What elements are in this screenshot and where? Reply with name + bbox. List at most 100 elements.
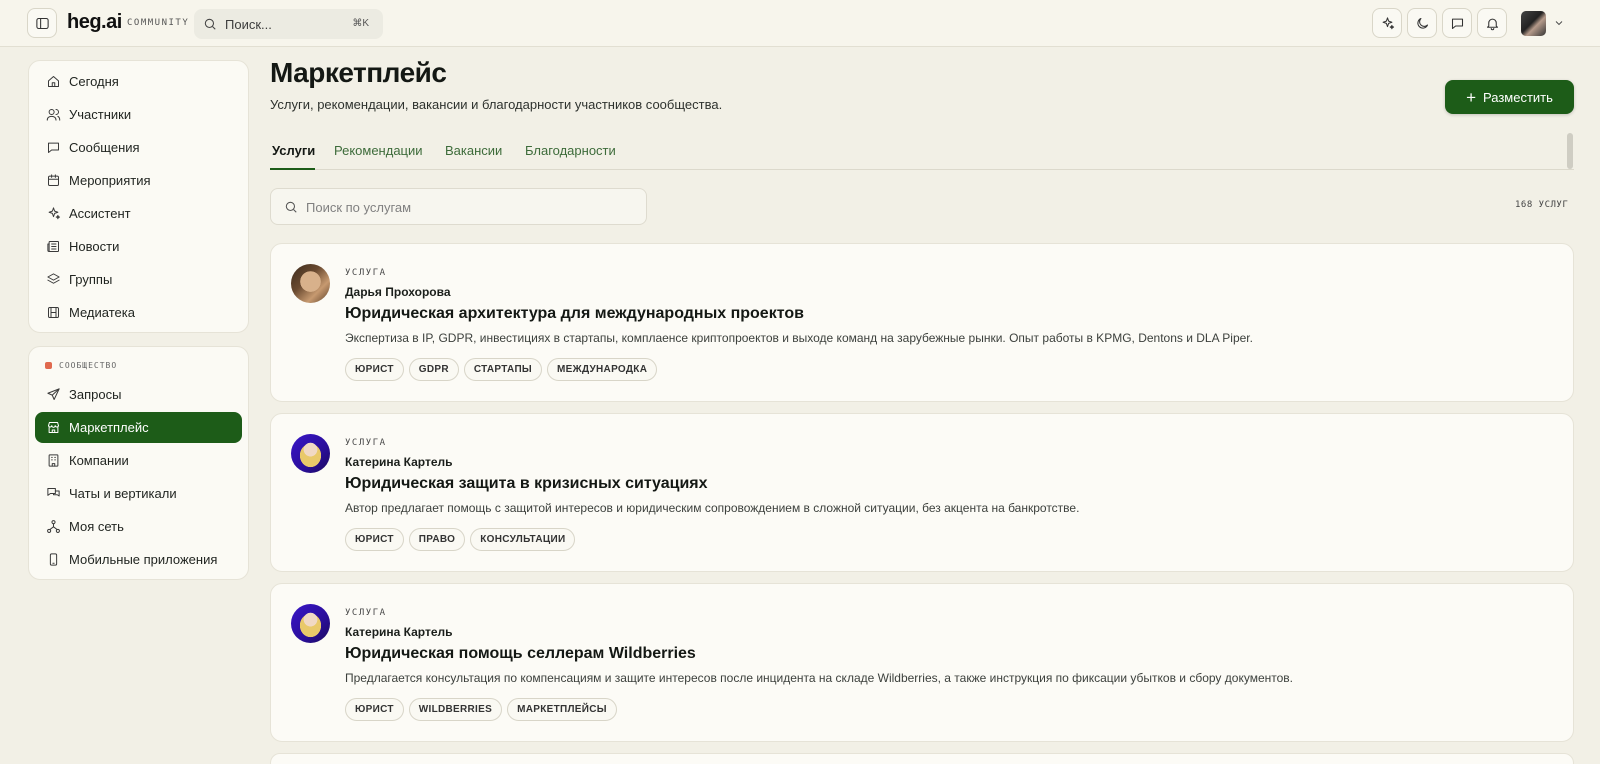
sidebar-item-messages[interactable]: Сообщения: [35, 132, 242, 163]
sidebar-community-nav: СООБЩЕСТВО Запросы Маркетплейс Компании …: [28, 346, 249, 580]
search-placeholder: Поиск по услугам: [306, 200, 412, 215]
sidebar-item-events[interactable]: Мероприятия: [35, 165, 242, 196]
card-title[interactable]: Юридическая защита в кризисных ситуациях: [345, 475, 708, 493]
page-title: Маркетплейс: [270, 57, 447, 88]
top-bar: heg.ai COMMUNITY Поиск... ⌘K: [0, 0, 1600, 47]
tag[interactable]: СТАРТАПЫ: [463, 358, 543, 381]
sidebar-item-requests[interactable]: Запросы: [35, 379, 242, 410]
calendar-icon: [48, 174, 59, 186]
card-title[interactable]: Юридическая помощь селлерам Wildberries: [345, 645, 696, 663]
author-avatar[interactable]: [291, 604, 330, 643]
tag[interactable]: ЮРИСТ: [345, 528, 404, 551]
tag[interactable]: ПРАВО: [408, 528, 466, 551]
tag[interactable]: ЮРИСТ: [345, 698, 404, 721]
global-search-input[interactable]: Поиск... ⌘K: [194, 9, 383, 39]
sidebar-item-label: Медиатека: [69, 305, 135, 320]
post-listing-button[interactable]: + Разместить: [1445, 80, 1574, 114]
chevron-down-icon[interactable]: [1553, 17, 1565, 29]
logo-subtitle: COMMUNITY: [127, 18, 190, 28]
sidebar-item-label: Мероприятия: [69, 173, 151, 188]
plus-icon: +: [1466, 87, 1477, 107]
card-author[interactable]: Катерина Картель: [345, 455, 453, 469]
sparkles-icon: [1382, 16, 1394, 29]
sidebar-item-label: Запросы: [69, 387, 122, 402]
service-card[interactable]: [270, 753, 1574, 764]
tag[interactable]: GDPR: [408, 358, 459, 381]
tag[interactable]: МАРКЕТПЛЕЙСЫ: [507, 698, 617, 721]
community-section-title: СООБЩЕСТВО: [45, 361, 117, 370]
bell-icon: [1486, 18, 1498, 30]
sidebar-item-chats[interactable]: Чаты и вертикали: [35, 478, 242, 509]
sidebar-panel-icon: [35, 17, 49, 29]
message-square-icon: [1451, 18, 1463, 29]
sidebar-item-today[interactable]: Сегодня: [35, 66, 242, 97]
author-avatar[interactable]: [291, 434, 330, 473]
sidebar-item-label: Новости: [69, 239, 120, 254]
send-icon: [47, 388, 60, 400]
sidebar-item-mobile-apps[interactable]: Мобильные приложения: [35, 544, 242, 575]
search-shortcut: ⌘K: [352, 18, 369, 29]
sidebar-item-my-network[interactable]: Моя сеть: [35, 511, 242, 542]
card-kind: УСЛУГА: [345, 438, 387, 448]
services-search-input[interactable]: Поиск по услугам: [270, 188, 647, 225]
messages-button[interactable]: [1442, 8, 1472, 38]
sidebar-item-label: Чаты и вертикали: [69, 486, 177, 501]
sidebar-item-members[interactable]: Участники: [35, 99, 242, 130]
sidebar-item-label: Компании: [69, 453, 129, 468]
sidebar-item-label: Маркетплейс: [69, 420, 149, 435]
sidebar-item-marketplace[interactable]: Маркетплейс: [35, 412, 242, 443]
tab-vacancies[interactable]: Вакансии: [445, 143, 502, 158]
sidebar-item-label: Ассистент: [69, 206, 131, 221]
tab-thanks[interactable]: Благодарности: [525, 143, 616, 158]
sidebar-item-companies[interactable]: Компании: [35, 445, 242, 476]
notifications-button[interactable]: [1477, 8, 1507, 38]
assistant-button[interactable]: [1372, 8, 1402, 38]
tag[interactable]: МЕЖДУНАРОДКА: [547, 358, 658, 381]
active-tab-indicator: [270, 168, 315, 170]
card-description: Предлагается консультация по компенсация…: [345, 671, 1293, 685]
home-icon: [48, 76, 59, 87]
chats-icon: [47, 488, 60, 497]
sidebar-item-assistant[interactable]: Ассистент: [35, 198, 242, 229]
tag[interactable]: ЮРИСТ: [345, 358, 404, 381]
layers-icon: [47, 273, 60, 284]
sidebar-item-news[interactable]: Новости: [35, 231, 242, 262]
search-placeholder: Поиск...: [225, 17, 272, 32]
section-dot: [45, 362, 52, 369]
sidebar-item-label: Группы: [69, 272, 113, 287]
service-card[interactable]: УСЛУГА Катерина Картель Юридическая помо…: [270, 583, 1574, 742]
search-icon: [285, 201, 297, 213]
tag[interactable]: КОНСУЛЬТАЦИИ: [470, 528, 576, 551]
sparkles-icon: [48, 207, 61, 220]
sidebar-item-groups[interactable]: Группы: [35, 264, 242, 295]
author-avatar[interactable]: [291, 264, 330, 303]
card-tags: ЮРИСТ WILDBERRIES МАРКЕТПЛЕЙСЫ: [345, 698, 617, 721]
user-avatar[interactable]: [1521, 11, 1546, 36]
service-card[interactable]: УСЛУГА Катерина Картель Юридическая защи…: [270, 413, 1574, 572]
search-icon: [204, 18, 216, 30]
users-icon: [46, 109, 61, 121]
logo[interactable]: heg.ai: [67, 11, 122, 34]
tag[interactable]: WILDBERRIES: [408, 698, 503, 721]
sidebar-toggle-button[interactable]: [27, 8, 57, 38]
card-author[interactable]: Катерина Картель: [345, 625, 453, 639]
tab-services[interactable]: Услуги: [272, 143, 315, 158]
message-icon: [48, 142, 59, 153]
card-tags: ЮРИСТ ПРАВО КОНСУЛЬТАЦИИ: [345, 528, 576, 551]
card-title[interactable]: Юридическая архитектура для международны…: [345, 305, 804, 323]
sidebar-main-nav: Сегодня Участники Сообщения Мероприятия …: [28, 60, 249, 333]
sidebar-item-label: Сегодня: [69, 74, 119, 89]
scrollbar-thumb[interactable]: [1567, 133, 1573, 169]
card-description: Автор предлагает помощь с защитой интере…: [345, 501, 1080, 515]
sidebar-item-label: Моя сеть: [69, 519, 124, 534]
sidebar-item-label: Участники: [69, 107, 132, 122]
moon-icon: [1416, 17, 1428, 29]
card-author[interactable]: Дарья Прохорова: [345, 285, 451, 299]
service-card[interactable]: УСЛУГА Дарья Прохорова Юридическая архит…: [270, 243, 1574, 402]
tab-recommendations[interactable]: Рекомендации: [334, 143, 423, 158]
card-tags: ЮРИСТ GDPR СТАРТАПЫ МЕЖДУНАРОДКА: [345, 358, 658, 381]
card-kind: УСЛУГА: [345, 268, 387, 278]
theme-toggle-button[interactable]: [1407, 8, 1437, 38]
card-description: Экспертиза в IP, GDPR, инвестициях в ста…: [345, 331, 1253, 345]
sidebar-item-media[interactable]: Медиатека: [35, 297, 242, 328]
